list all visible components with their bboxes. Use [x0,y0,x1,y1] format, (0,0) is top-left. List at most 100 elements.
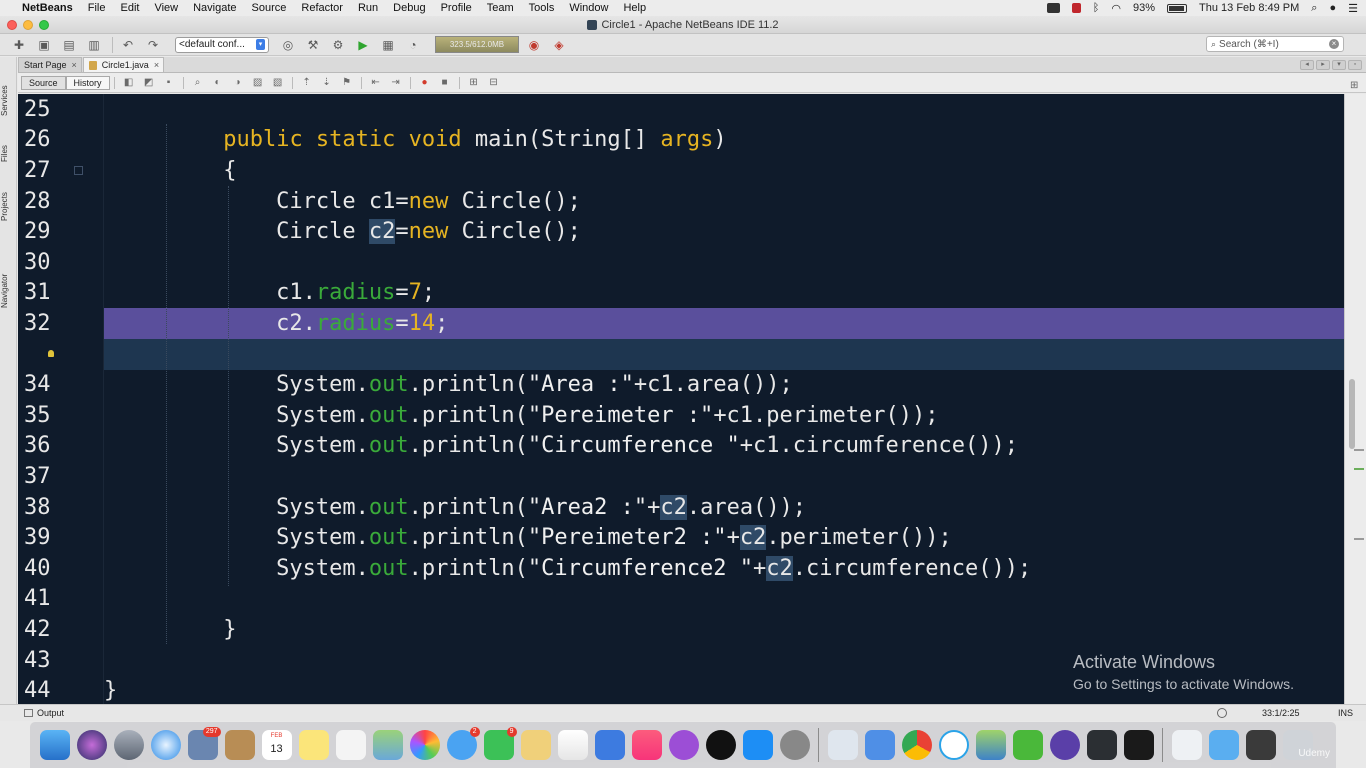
side-tab-files[interactable]: Files [0,139,17,169]
tab-start-page[interactable]: Start Page × [18,57,82,72]
close-window-button[interactable] [7,20,17,30]
next-bookmark-icon[interactable]: ⇣ [321,77,333,89]
system-preferences-icon[interactable] [779,730,810,760]
code-line-41[interactable]: 41 [18,584,1344,615]
side-tab-navigator[interactable]: Navigator [0,267,17,315]
code-line-37[interactable]: 37 [18,461,1344,492]
code-line-36[interactable]: 36 System.out.println("Circumference "+c… [18,431,1344,462]
quick-search-input[interactable]: ⌕ Search (⌘+I) × [1206,36,1344,52]
menu-refactor[interactable]: Refactor [301,2,343,14]
notification-center-icon[interactable]: ☰ [1348,2,1358,15]
toggle-rect-select-icon[interactable]: ▧ [272,77,284,89]
configuration-select[interactable]: <default conf... ▾ [175,36,269,53]
new-file-icon[interactable]: ✚ [10,37,28,53]
side-tab-services[interactable]: Services [0,79,17,123]
xcode-icon[interactable] [864,730,895,760]
code-line-40[interactable]: 40 System.out.println("Circumference2 "+… [18,553,1344,584]
code-line-34[interactable]: 34 System.out.println("Area :"+c1.area()… [18,369,1344,400]
show-opened-documents-icon[interactable]: ▾ [1332,59,1346,70]
start-macro-icon[interactable]: ● [419,77,431,89]
previous-bookmark-icon[interactable]: ⇡ [301,77,313,89]
photos-icon[interactable] [409,730,440,760]
maximize-editor-icon[interactable]: ▫ [1348,59,1362,70]
launchpad-icon[interactable] [113,730,144,760]
menu-tools[interactable]: Tools [529,2,555,14]
menu-team[interactable]: Team [487,2,514,14]
debug-icon[interactable]: ▦ [379,37,397,53]
activity-monitor-icon[interactable] [1086,730,1117,760]
code-line-42[interactable]: 42 } [18,614,1344,645]
textedit-icon[interactable] [827,730,858,760]
code-line-28[interactable]: 28 Circle c1=new Circle(); [18,186,1344,217]
source-view-button[interactable]: Source [21,75,66,90]
tab-circle1-java[interactable]: Circle1.java × [82,57,165,72]
code-line-39[interactable]: 39 System.out.println("Pereimeter2 :"+c2… [18,522,1344,553]
menu-window[interactable]: Window [569,2,608,14]
shift-right-icon[interactable]: ⇥ [390,77,402,89]
code-line-27[interactable]: 27 { [18,155,1344,186]
scrollbar-thumb[interactable] [1349,379,1355,449]
stripe-mark[interactable] [1354,468,1364,470]
menu-source[interactable]: Source [252,2,287,14]
open-project-icon[interactable]: ▤ [60,37,78,53]
audio-icon[interactable] [1049,730,1080,760]
notes-icon[interactable] [298,730,329,760]
code-line-35[interactable]: 35 System.out.println("Pereimeter :"+c1.… [18,400,1344,431]
shift-left-icon[interactable]: ⇤ [370,77,382,89]
menu-app-name[interactable]: NetBeans [22,2,73,14]
scroll-tabs-right-icon[interactable]: ▸ [1316,59,1330,70]
stop-macro-icon[interactable]: ■ [439,77,451,89]
output-window-button[interactable]: Output [24,708,64,718]
maps-icon[interactable] [372,730,403,760]
last-edit-icon[interactable]: ◧ [123,77,135,89]
menu-navigate[interactable]: Navigate [193,2,236,14]
build-hammer-icon[interactable]: ⚒ [304,37,322,53]
forward-icon[interactable]: ▪ [163,77,175,89]
history-view-button[interactable]: History [65,75,110,90]
terminal-icon[interactable] [1123,730,1154,760]
stripe-mark[interactable] [1354,449,1364,451]
back-icon[interactable]: ◩ [143,77,155,89]
menu-profile[interactable]: Profile [441,2,472,14]
mail-icon[interactable]: 297 [187,727,221,760]
webstorm-icon[interactable] [938,730,969,760]
facetime-icon[interactable]: 9 [483,727,517,760]
comment-icon[interactable]: ⊞ [468,77,480,89]
zoom-window-button[interactable] [39,20,49,30]
insert-mode[interactable]: INS [1338,708,1353,718]
code-line-31[interactable]: 31 c1.radius=7; [18,278,1344,309]
uncomment-icon[interactable]: ⊟ [488,77,500,89]
error-stripe[interactable]: ⊞ [1344,80,1366,704]
code-line-30[interactable]: 30 [18,247,1344,278]
display-icon[interactable] [1046,3,1060,13]
clock[interactable]: Thu 13 Feb 8:49 PM [1199,2,1299,14]
safari-icon[interactable] [150,730,181,760]
minimize-window-button[interactable] [23,20,33,30]
expand-icon[interactable]: ⊞ [1350,80,1358,91]
clean-build-icon[interactable]: ⚙ [329,37,347,53]
stripe-mark[interactable] [1354,538,1364,540]
app-store-icon[interactable] [742,730,773,760]
globe-icon[interactable]: ◎ [279,37,297,53]
close-tab-icon[interactable]: × [154,60,159,70]
find-previous-icon[interactable]: ◐ [212,77,224,89]
contacts-icon[interactable] [224,730,255,760]
menu-help[interactable]: Help [623,2,646,14]
camtasia-icon[interactable] [1012,730,1043,760]
numbers-icon[interactable] [557,730,588,760]
apple-tv-icon[interactable] [705,730,736,760]
menu-view[interactable]: View [154,2,178,14]
find-next-icon[interactable]: ◑ [232,77,244,89]
toggle-highlight-icon[interactable]: ▨ [252,77,264,89]
clear-search-icon[interactable]: × [1329,39,1339,49]
toggle-bookmark-icon[interactable]: ⚑ [341,77,353,89]
calendar-icon[interactable]: FEB 13 [261,730,292,760]
find-selection-icon[interactable]: ⌕ [192,77,204,89]
battery-icon[interactable] [1167,3,1188,13]
netbeans-dock-icon[interactable] [975,730,1006,760]
scroll-tabs-left-icon[interactable]: ◂ [1300,59,1314,70]
reminders-icon[interactable] [335,730,366,760]
save-all-icon[interactable]: ▥ [85,37,103,53]
downloads-folder-icon[interactable] [1208,730,1239,760]
keynote-icon[interactable] [594,730,625,760]
